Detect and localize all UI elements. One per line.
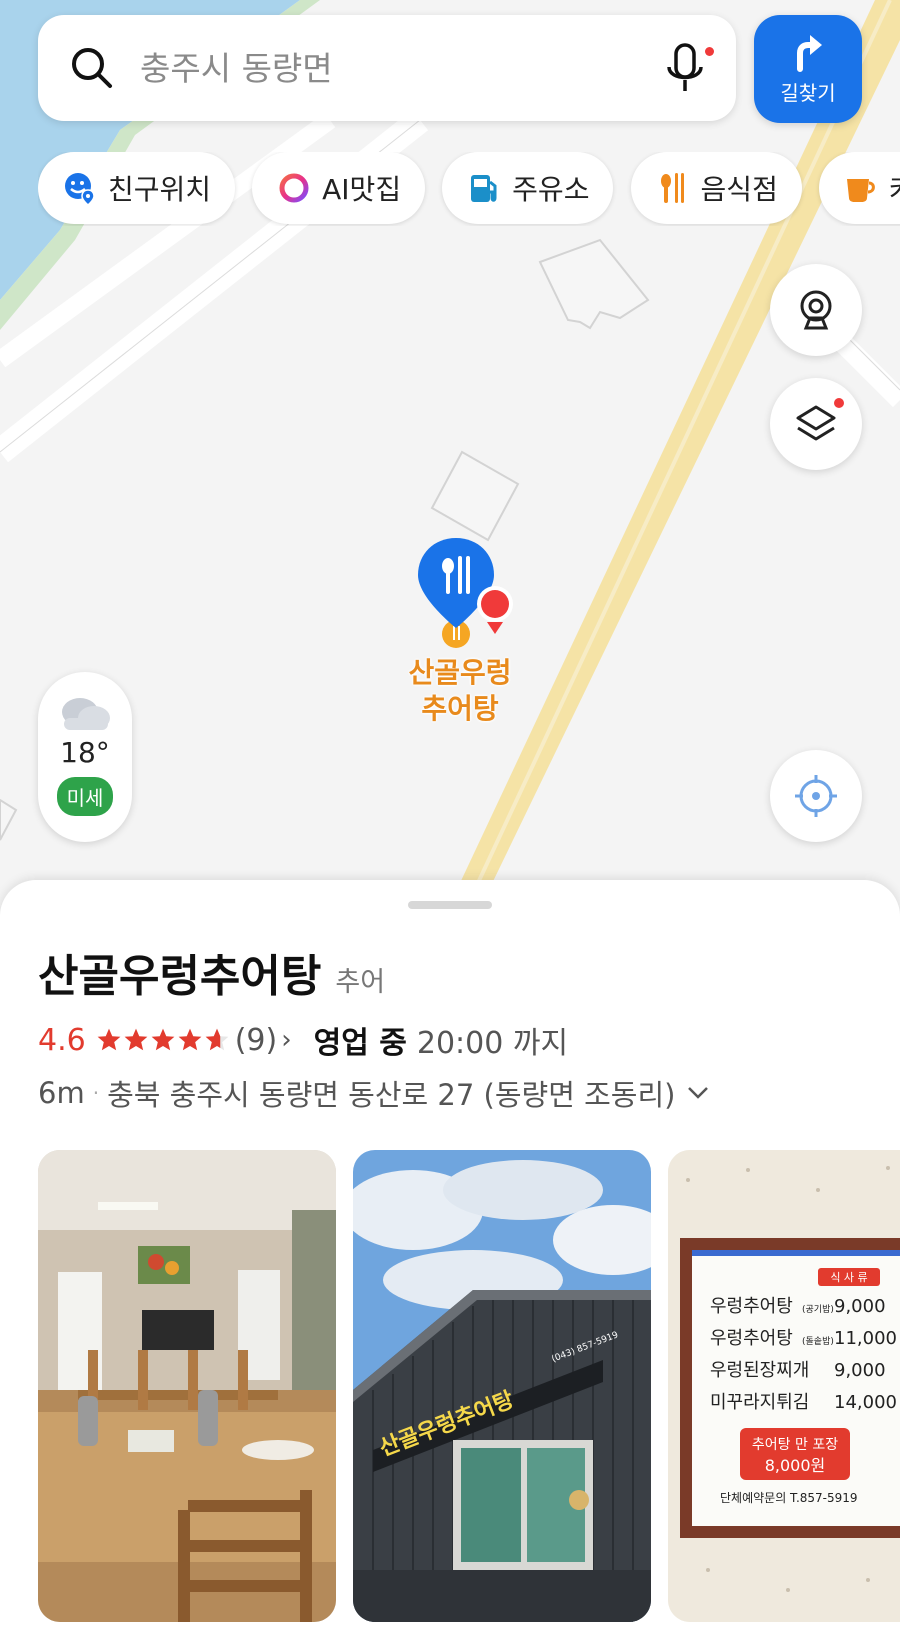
menu-promo-line1: 추어탕 만 포장 [752,1437,838,1453]
chip-label: AI맛집 [322,173,402,206]
rating-score: 4.6 [38,1022,86,1058]
half-star-icon [205,1028,229,1051]
separator-dot: · [92,1081,100,1105]
weather-widget[interactable]: 18° 미세 [38,672,132,842]
map-background [0,0,900,900]
map-marker-label[interactable]: 산골우렁 추어탕 [380,655,540,727]
star-rating [96,1027,231,1053]
chip-cafe[interactable]: 카페 [818,152,900,224]
address: 충북 충주시 동량면 동산로 27 (동량면 조동리) [107,1078,676,1112]
menu-item-name: 우렁추어탕 [710,1296,793,1317]
open-hours: 20:00 까지 [416,1026,569,1061]
place-title-row: 산골우렁추어탕 추어 [38,940,385,1004]
chip-friend-location[interactable]: 친구위치 [38,152,236,224]
menu-item-price: 9,000 [834,1296,886,1317]
menu-item-price: 14,000 [834,1392,897,1413]
review-count: (9) [234,1022,278,1058]
photo-menu[interactable]: 식 사 류 우렁추어탕 (공기밥) 9,000 우렁추어탕 (돌솥밥) 11,0… [668,1150,900,1622]
friend-location-icon [65,173,95,206]
restaurant-map-marker[interactable] [416,538,526,658]
photo-exterior[interactable]: 산골우렁추어탕 (043) 857-5919 [353,1150,652,1622]
restaurant-icon [660,173,684,203]
chip-label: 친구위치 [108,173,212,206]
sheet-drag-handle[interactable] [408,901,492,909]
star-icon [178,1028,202,1051]
address-row[interactable]: 6m · 충북 충주시 동량면 동산로 27 (동량면 조동리) [38,1072,709,1114]
ai-ring-icon [279,173,309,203]
cctv-button[interactable] [770,264,862,356]
place-category: 추어 [335,967,386,998]
microphone-icon [667,43,703,91]
place-detail-sheet: 산골우렁추어탕 추어 4.6 (9) › 영업 중 20:00 까지 6m · … [0,880,900,1642]
search-bar[interactable] [38,15,736,121]
map-view[interactable]: 길찾기 친구위치 [0,0,900,900]
star-icon [151,1028,175,1051]
menu-photo-image: 식 사 류 우렁추어탕 (공기밥) 9,000 우렁추어탕 (돌솥밥) 11,0… [668,1150,900,1622]
category-chips: 친구위치 AI맛집 주유소 음식점 [38,152,900,226]
layers-icon [796,405,836,441]
menu-contact: 단체예약문의 T.857-5919 [720,1490,858,1505]
place-name[interactable]: 산골우렁추어탕 [38,940,321,1004]
chip-label: 음식점 [700,173,778,206]
notification-dot [834,398,844,408]
rating-row[interactable]: 4.6 (9) › 영업 중 20:00 까지 [38,1018,568,1062]
chip-ai-restaurants[interactable]: AI맛집 [252,152,426,224]
star-icon [97,1028,121,1051]
distance: 6m [38,1076,85,1110]
chip-label: 주유소 [512,173,590,206]
crosshair-location-icon [795,775,837,817]
dust-badge: 미세 [56,777,114,816]
marker-label-line2: 추어탕 [421,692,499,725]
chevron-right-icon: › [281,1025,292,1055]
marker-label-line1: 산골우렁 [408,656,512,689]
menu-item-note: (공기밥) [802,1304,834,1315]
search-icon[interactable] [68,44,116,92]
photo-interior[interactable] [38,1150,336,1622]
menu-item-name: 우렁된장찌개 [710,1360,809,1381]
directions-button[interactable]: 길찾기 [754,15,862,123]
chevron-down-icon[interactable] [687,1086,709,1100]
interior-photo-image [38,1150,336,1622]
menu-header: 식 사 류 [831,1271,868,1284]
cctv-camera-icon [800,290,832,330]
chip-restaurant[interactable]: 음식점 [630,152,802,224]
exterior-photo-image: 산골우렁추어탕 (043) 857-5919 [353,1150,652,1622]
search-input[interactable] [138,47,660,89]
menu-promo-line2: 8,000원 [765,1456,826,1475]
menu-item-price: 9,000 [834,1360,886,1381]
chip-gas-station[interactable]: 주유소 [442,152,614,224]
temperature: 18° [60,736,110,769]
gas-station-icon [471,175,497,202]
cafe-icon [846,179,875,202]
map-layers-button[interactable] [770,378,862,470]
star-icon [124,1028,148,1051]
photo-carousel[interactable]: 산골우렁추어탕 (043) 857-5919 식 사 류 우렁추어탕 (공기밥)… [38,1150,900,1622]
voice-search-button[interactable] [660,39,714,97]
menu-item-price: 11,000 [834,1328,897,1349]
chip-label: 카페 [889,168,900,208]
menu-item-name: 미꾸라지튀김 [710,1392,809,1413]
turn-right-arrow-icon [797,34,822,72]
current-location-button[interactable] [770,750,862,842]
notification-dot [705,47,714,56]
menu-item-name: 우렁추어탕 [710,1328,793,1349]
directions-label: 길찾기 [780,80,836,105]
open-status: 영업 중 [313,1026,407,1061]
cloud-icon [62,698,110,730]
menu-item-note: (돌솥밥) [802,1336,834,1347]
